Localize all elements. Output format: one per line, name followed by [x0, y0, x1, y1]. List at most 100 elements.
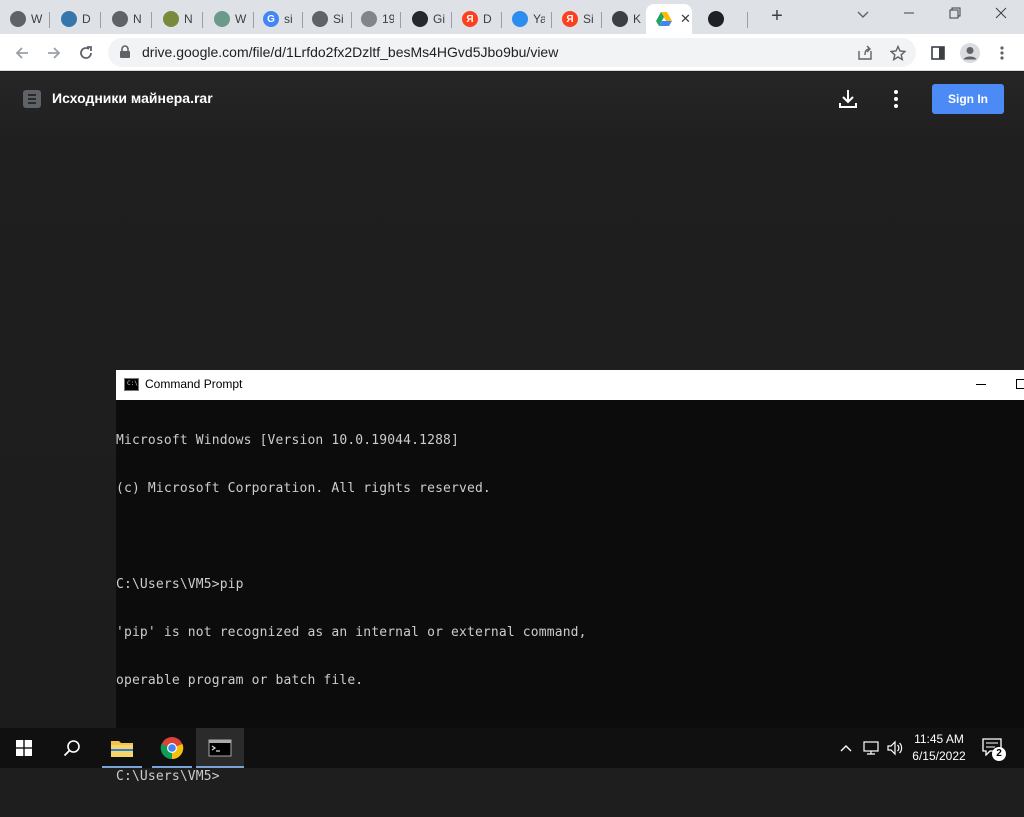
- console-line: C:\Users\VM5>pip: [116, 577, 244, 592]
- tab-title: W: [31, 12, 43, 26]
- chrome-taskbar-button[interactable]: [148, 728, 196, 768]
- browser-tab[interactable]: Gi: [402, 4, 452, 34]
- browser-tab[interactable]: Si: [302, 4, 352, 34]
- cmd-maximize-button[interactable]: [1016, 379, 1024, 389]
- browser-tab[interactable]: 19: [351, 4, 401, 34]
- back-button[interactable]: [9, 40, 35, 66]
- console-prompt[interactable]: C:\Users\VM5>: [116, 769, 1024, 785]
- tab-title: Gi: [433, 12, 445, 26]
- share-icon[interactable]: [856, 44, 874, 62]
- tab-title: si: [284, 12, 293, 26]
- bookmark-star-icon[interactable]: [889, 44, 907, 62]
- browser-tab[interactable]: Ya: [502, 4, 552, 34]
- side-panel-icon[interactable]: [925, 40, 951, 66]
- console-line: (c) Microsoft Corporation. All rights re…: [116, 481, 491, 496]
- reload-button[interactable]: [73, 40, 99, 66]
- browser-tab[interactable]: Я Si: [552, 4, 602, 34]
- profile-avatar[interactable]: [957, 40, 983, 66]
- console-line: operable program or batch file.: [116, 673, 364, 688]
- tab-title: 19: [382, 12, 394, 26]
- yandex-icon: Я: [562, 11, 578, 27]
- browser-tab[interactable]: [698, 4, 748, 34]
- more-options-icon[interactable]: [889, 88, 903, 110]
- tab-separator: [747, 12, 748, 28]
- arc-icon: [163, 11, 179, 27]
- chrome-icon: [160, 737, 184, 760]
- new-tab-button[interactable]: +: [766, 6, 788, 28]
- google-icon: G: [263, 11, 279, 27]
- tab-title: D: [483, 12, 492, 26]
- clock-date: 6/15/2022: [912, 749, 966, 763]
- browser-tab[interactable]: ✕: [646, 4, 692, 34]
- globe-icon: [361, 11, 377, 27]
- tab-title: N: [184, 12, 193, 26]
- browser-tab[interactable]: W: [0, 4, 50, 34]
- browser-toolbar: drive.google.com/file/d/1Lrfdo2fx2Dzltf_…: [0, 34, 1024, 71]
- console-line: 'pip' is not recognized as an internal o…: [116, 625, 587, 640]
- taskbar: 11:45 AM 6/15/2022 2: [0, 728, 1024, 768]
- cmd-app-icon: C:\: [124, 378, 139, 391]
- download-icon[interactable]: [838, 88, 858, 110]
- chrome-icon: [112, 11, 128, 27]
- system-clock[interactable]: 11:45 AM 6/15/2022: [905, 731, 973, 765]
- close-tab-icon[interactable]: ✕: [680, 11, 691, 27]
- address-url[interactable]: drive.google.com/file/d/1Lrfdo2fx2Dzltf_…: [142, 44, 558, 60]
- terminal-icon: [208, 739, 232, 757]
- yandex-browser-icon: [512, 11, 528, 27]
- browser-tab[interactable]: ЯD: [452, 4, 502, 34]
- tab-title: K: [633, 12, 642, 26]
- tab-search-icon[interactable]: [840, 0, 886, 30]
- tab-separator: [100, 12, 101, 28]
- browser-tab[interactable]: D: [51, 4, 101, 34]
- tab-title: D: [82, 12, 91, 26]
- browser-tab[interactable]: W: [204, 4, 254, 34]
- tab-title: Si: [583, 12, 594, 26]
- notification-center-button[interactable]: 2: [982, 738, 1006, 761]
- tab-title: W: [235, 12, 247, 26]
- file-name: Исходники майнера.rar: [52, 90, 213, 106]
- clock-time: 11:45 AM: [914, 732, 964, 746]
- sign-in-button[interactable]: Sign In: [932, 84, 1004, 114]
- command-prompt-window[interactable]: C:\ Command Prompt Microsoft Windows [Ve…: [116, 370, 1024, 784]
- lock-icon[interactable]: [119, 45, 131, 59]
- browser-menu-icon[interactable]: [989, 40, 1015, 66]
- start-button[interactable]: [0, 728, 48, 768]
- cmd-title: Command Prompt: [145, 377, 243, 391]
- close-window-button[interactable]: [978, 0, 1024, 30]
- archive-file-icon: [23, 90, 41, 108]
- google-drive-icon: [656, 11, 672, 27]
- globe-icon: [312, 11, 328, 27]
- file-explorer-button[interactable]: [98, 728, 146, 768]
- restore-button[interactable]: [932, 0, 978, 30]
- forward-button[interactable]: [41, 40, 67, 66]
- console-line: Microsoft Windows [Version 10.0.19044.12…: [116, 433, 459, 448]
- doodle-icon: [214, 11, 230, 27]
- yandex-icon: Я: [462, 11, 478, 27]
- search-icon: [63, 740, 80, 757]
- tab-title: Si: [333, 12, 344, 26]
- browser-tab[interactable]: Gsi: [253, 4, 303, 34]
- python-icon: [61, 11, 77, 27]
- browser-tab[interactable]: K: [602, 4, 652, 34]
- github-icon: [412, 11, 428, 27]
- browser-tab[interactable]: N: [153, 4, 203, 34]
- search-button[interactable]: [48, 728, 96, 768]
- tab-title: N: [133, 12, 142, 26]
- tab-separator: [400, 12, 401, 28]
- browser-tab[interactable]: N: [102, 4, 152, 34]
- volume-icon[interactable]: [884, 728, 906, 768]
- network-icon[interactable]: [860, 728, 882, 768]
- qr-icon: [708, 11, 724, 27]
- windows-logo-icon: [16, 740, 32, 756]
- browser-tab-strip: W D N N W Gsi Si 19 Gi Я D Ya Я Si K ✕ +: [0, 0, 1024, 34]
- cmd-minimize-button[interactable]: [974, 374, 988, 394]
- tab-separator: [151, 12, 152, 28]
- address-bar[interactable]: drive.google.com/file/d/1Lrfdo2fx2Dzltf_…: [108, 38, 916, 67]
- tab-separator: [49, 12, 50, 28]
- cmd-title-bar[interactable]: C:\ Command Prompt: [116, 370, 1024, 400]
- cmd-taskbar-button[interactable]: [196, 728, 244, 768]
- show-hidden-icons-icon[interactable]: [836, 728, 856, 768]
- notification-count-badge: 2: [992, 747, 1006, 761]
- minimize-button[interactable]: [886, 0, 932, 30]
